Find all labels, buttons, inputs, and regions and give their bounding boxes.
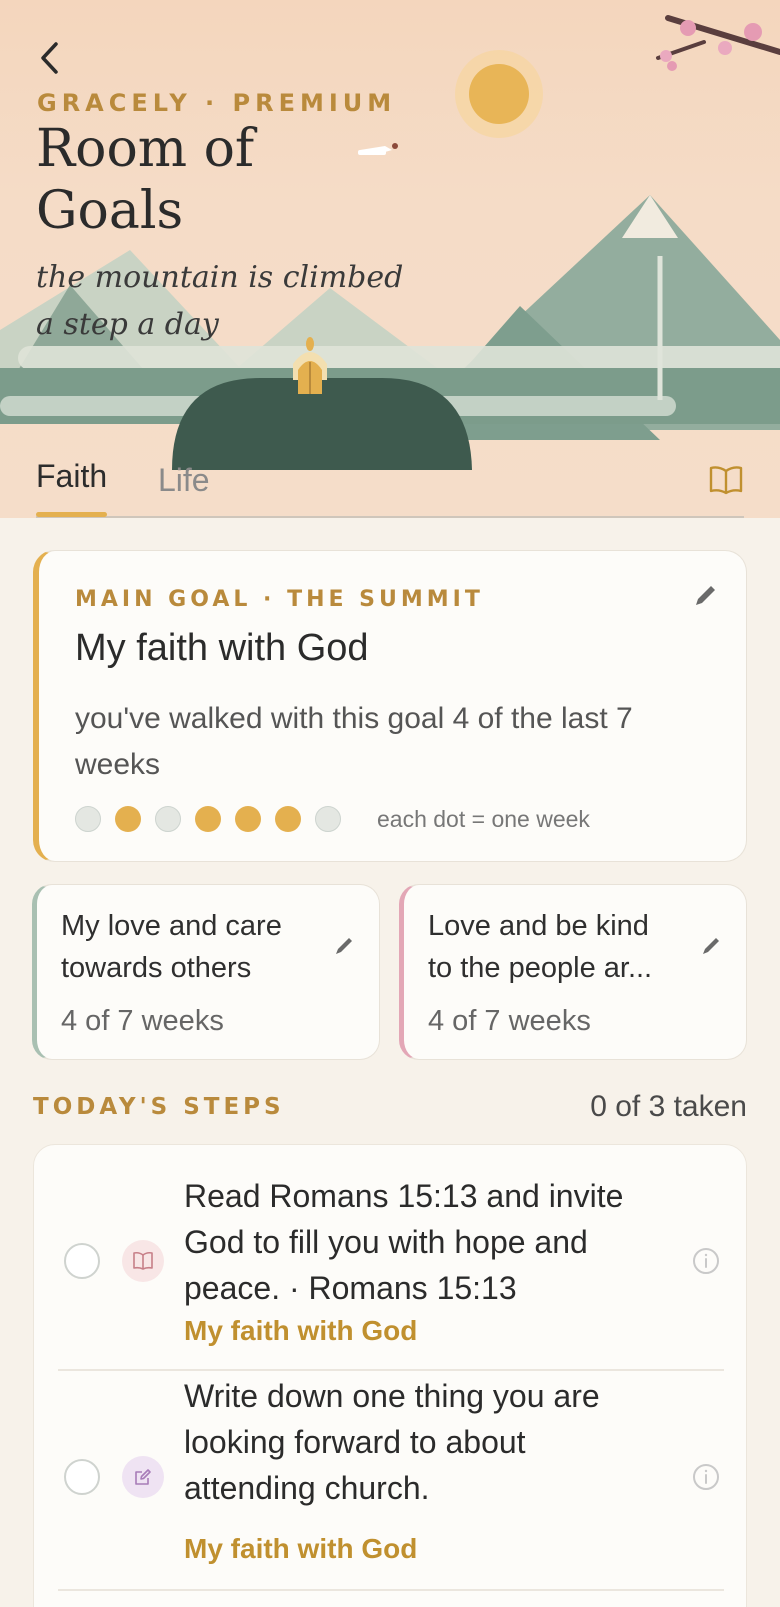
sun — [469, 64, 529, 124]
week-dot — [115, 806, 141, 832]
week-dot — [275, 806, 301, 832]
step-divider — [58, 1369, 724, 1371]
sub-goal-count: 4 of 7 weeks — [428, 1005, 591, 1037]
step-checkbox[interactable] — [64, 1243, 100, 1279]
pencil-icon — [696, 586, 715, 605]
tab-bar: Faith Life — [36, 458, 744, 518]
edit-sub-goal-button[interactable] — [333, 933, 357, 957]
step-goal-reference: My faith with God — [184, 1533, 418, 1564]
blossom — [744, 23, 762, 41]
mist-band — [18, 346, 780, 370]
info-icon — [693, 1464, 719, 1490]
step-text: Read Romans 15:13 and invite God to fill… — [184, 1178, 624, 1306]
pencil-icon — [703, 938, 719, 954]
back-button[interactable] — [36, 38, 66, 78]
main-goal-title: My faith with God — [75, 627, 369, 669]
page-title: Room of Goals — [36, 119, 255, 241]
main-goal-card[interactable]: MAIN GOAL · THE SUMMIT My faith with God… — [33, 550, 747, 862]
steps-taken-count: 0 of 3 taken — [590, 1090, 747, 1123]
week-dot — [75, 806, 101, 832]
edit-main-goal-button[interactable] — [692, 581, 720, 609]
step-type-badge — [122, 1240, 164, 1282]
week-dots: each dot = one week — [75, 805, 590, 833]
week-dot — [155, 806, 181, 832]
tab-faith[interactable]: Faith — [36, 458, 108, 517]
step-info-button[interactable] — [692, 1247, 720, 1275]
chevron-left-icon — [41, 42, 58, 74]
step-goal-reference: My faith with God — [184, 1315, 418, 1346]
blossom — [718, 41, 732, 55]
sub-goal-card[interactable]: My love and care towards others 4 of 7 w… — [32, 884, 380, 1060]
step-info-button[interactable] — [692, 1463, 720, 1491]
edit-sub-goal-button[interactable] — [700, 933, 724, 957]
blossom — [680, 20, 696, 36]
sub-goal-title: Love and be kind to the people ar... — [428, 910, 653, 984]
week-dot — [315, 806, 341, 832]
step-type-badge — [122, 1456, 164, 1498]
book-icon — [133, 1251, 153, 1270]
blossom — [660, 50, 672, 62]
hero-header: GRACELY · PREMIUM Room of Goals the moun… — [0, 0, 780, 518]
scripture-book-button[interactable] — [708, 464, 744, 496]
step-checkbox[interactable] — [64, 1459, 100, 1495]
journal-edit-icon — [135, 1469, 151, 1485]
sub-goal-title: My love and care towards others — [61, 910, 282, 984]
info-icon — [693, 1248, 719, 1274]
week-dot — [235, 806, 261, 832]
pencil-icon — [336, 938, 352, 954]
step-text: Write down one thing you are looking for… — [184, 1378, 600, 1506]
step-divider — [58, 1589, 724, 1591]
page-tagline: the mountain is climbed a step a day — [36, 260, 404, 342]
app-eyebrow: GRACELY · PREMIUM — [37, 89, 397, 117]
week-dot — [195, 806, 221, 832]
open-book-icon — [709, 466, 743, 495]
sub-goal-count: 4 of 7 weeks — [61, 1005, 224, 1037]
sub-goal-card[interactable]: Love and be kind to the people ar... 4 o… — [399, 884, 747, 1060]
tab-life[interactable]: Life — [158, 462, 210, 499]
blossom — [667, 61, 677, 71]
steps-list: Read Romans 15:13 and invite God to fill… — [33, 1144, 747, 1607]
main-goal-label: MAIN GOAL · THE SUMMIT — [75, 587, 484, 612]
main-goal-streak: you've walked with this goal 4 of the la… — [75, 702, 633, 781]
week-dots-legend: each dot = one week — [377, 805, 590, 832]
todays-steps-heading: TODAY'S STEPS — [33, 1094, 285, 1120]
